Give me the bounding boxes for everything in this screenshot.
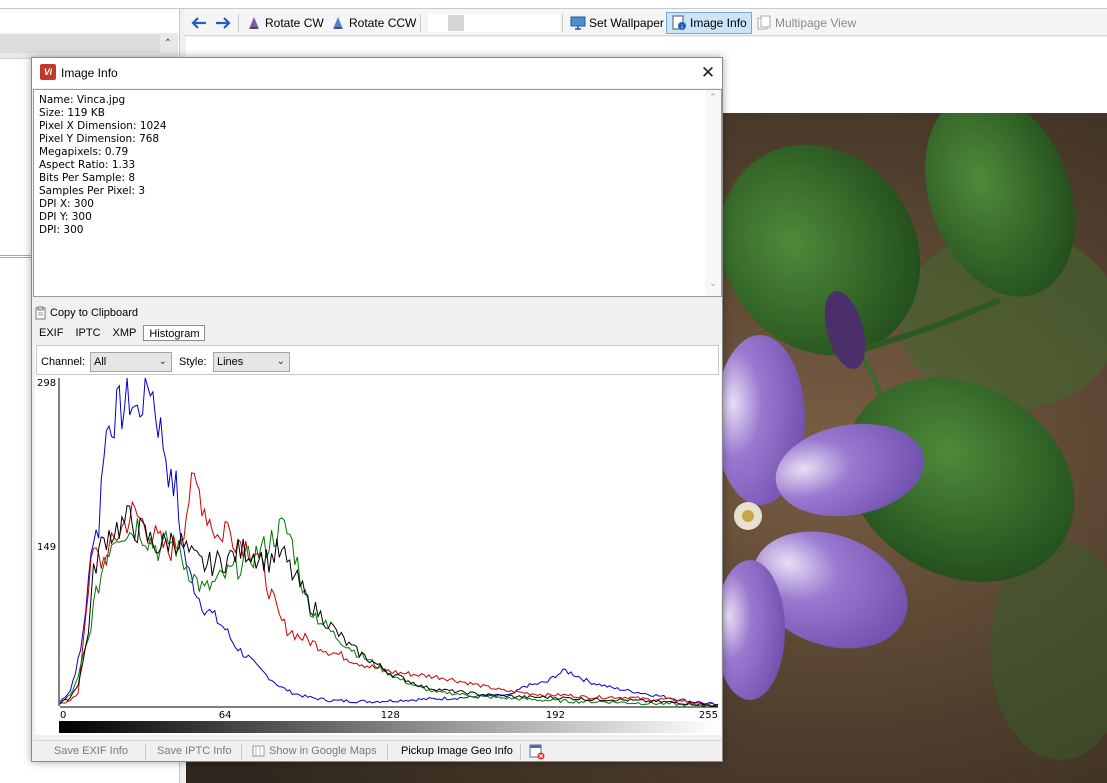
image-info-label: Image Info xyxy=(690,16,747,30)
channel-select[interactable]: All ⌄ xyxy=(90,352,172,372)
footer-separator xyxy=(387,744,388,760)
svg-text:i: i xyxy=(681,25,682,31)
histogram-controls: Channel: All ⌄ Style: Lines ⌄ xyxy=(36,345,719,375)
info-line-bits-per-sample: Bits Per Sample: 8 xyxy=(39,172,136,184)
rotate-ccw-button[interactable]: Rotate CCW xyxy=(326,12,420,34)
chevron-up-icon[interactable]: ⌃ xyxy=(160,35,176,53)
style-select-value: Lines xyxy=(217,356,244,368)
tab-histogram[interactable]: Histogram xyxy=(143,325,206,341)
remove-geo-icon xyxy=(529,744,545,760)
close-button[interactable]: ✕ xyxy=(697,62,719,84)
y-tick-label: 298 xyxy=(37,378,56,389)
copy-to-clipboard-button[interactable]: Copy to Clipboard xyxy=(34,304,138,321)
show-in-google-maps-label: Show in Google Maps xyxy=(269,745,377,757)
info-line-dpi: DPI: 300 xyxy=(39,224,84,236)
toolbar-separator xyxy=(238,14,239,32)
info-line-size: Size: 119 KB xyxy=(39,107,105,119)
info-scrollbar[interactable]: ⌃ ⌄ xyxy=(705,90,721,296)
grayscale-gradient-bar xyxy=(59,721,718,733)
toolbar-separator xyxy=(420,14,421,32)
rotate-ccw-label: Rotate CCW xyxy=(349,16,417,30)
channel-label: Channel: xyxy=(41,356,86,368)
image-info-text-box[interactable]: Name: Vinca.jpg Size: 119 KB Pixel X Dim… xyxy=(33,89,722,297)
style-label: Style: xyxy=(179,356,207,368)
save-iptc-button[interactable]: Save IPTC Info xyxy=(157,745,232,757)
clipboard-icon xyxy=(35,306,46,319)
histogram-series-line xyxy=(59,472,719,707)
tab-xmp[interactable]: XMP xyxy=(108,325,142,341)
channel-select-value: All xyxy=(94,356,107,368)
image-info-dialog: Vi Image Info ✕ Name: Vinca.jpg Size: 11… xyxy=(31,57,723,762)
folder-pane-header-bar xyxy=(0,35,160,53)
info-icon: i xyxy=(672,15,686,31)
rotate-cw-label: Rotate CW xyxy=(265,16,324,30)
info-line-megapixels: Megapixels: 0.79 xyxy=(39,146,129,158)
dialog-footer: Save EXIF Info Save IPTC Info Show in Go… xyxy=(33,740,722,762)
info-line-pixel-y: Pixel Y Dimension: 768 xyxy=(39,133,160,145)
pickup-image-geo-info-button[interactable]: Pickup Image Geo Info xyxy=(401,745,513,757)
multipage-view-label: Multipage View xyxy=(775,16,857,30)
pages-icon xyxy=(757,15,771,30)
forward-button[interactable] xyxy=(210,12,236,34)
rotate-cw-icon xyxy=(249,17,259,29)
tab-iptc[interactable]: IPTC xyxy=(70,325,105,341)
histogram-series-line xyxy=(59,377,719,707)
monitor-icon xyxy=(570,16,586,30)
footer-separator xyxy=(520,744,521,760)
chevron-down-icon[interactable]: ⌄ xyxy=(705,278,721,292)
main-toolbar: Rotate CW Rotate CCW < > Set Wallpaper i… xyxy=(184,9,1107,36)
footer-separator xyxy=(241,744,242,760)
tab-exif[interactable]: EXIF xyxy=(34,325,68,341)
chevron-down-icon: ⌄ xyxy=(276,356,285,367)
histogram-chart: 298 149 0 64 128 192 255 xyxy=(37,377,719,733)
app-logo-icon: Vi xyxy=(40,64,56,80)
set-wallpaper-label: Set Wallpaper xyxy=(589,16,664,30)
info-tabs: EXIF IPTC XMP Histogram xyxy=(34,325,206,343)
set-wallpaper-button[interactable]: Set Wallpaper xyxy=(566,12,668,34)
info-line-samples-per-pixel: Samples Per Pixel: 3 xyxy=(39,185,146,197)
footer-separator xyxy=(145,744,146,760)
copy-to-clipboard-label: Copy to Clipboard xyxy=(50,306,139,319)
histogram-series-line xyxy=(59,505,719,707)
x-tick-label: 64 xyxy=(219,710,232,721)
info-line-name: Name: Vinca.jpg xyxy=(39,94,126,106)
map-icon xyxy=(252,745,265,757)
dialog-titlebar[interactable]: Vi Image Info ✕ xyxy=(32,58,722,88)
style-select[interactable]: Lines ⌄ xyxy=(213,352,290,372)
image-info-button[interactable]: i Image Info xyxy=(666,12,752,34)
info-line-dpi-x: DPI X: 300 xyxy=(39,198,94,210)
info-line-dpi-y: DPI Y: 300 xyxy=(39,211,92,223)
y-tick-label: 149 xyxy=(37,542,56,553)
rotate-ccw-icon xyxy=(333,17,343,29)
histogram-panel: Channel: All ⌄ Style: Lines ⌄ 298 149 0 64… xyxy=(35,345,721,735)
histogram-series-line xyxy=(59,517,718,707)
toolbar-separator xyxy=(562,14,563,32)
arrow-right-icon xyxy=(216,17,231,29)
arrow-left-icon xyxy=(191,17,206,29)
thumbnail-scroll-thumb[interactable] xyxy=(448,15,464,31)
remove-geo-info-button[interactable] xyxy=(529,744,545,763)
dialog-title: Image Info xyxy=(61,66,118,80)
multipage-view-button[interactable]: Multipage View xyxy=(752,12,860,34)
back-button[interactable] xyxy=(186,12,212,34)
top-window-edge xyxy=(0,0,1107,9)
chevron-down-icon: ⌄ xyxy=(158,356,167,367)
info-line-pixel-x: Pixel X Dimension: 1024 xyxy=(39,120,167,132)
rotate-cw-button[interactable]: Rotate CW xyxy=(242,12,328,34)
x-tick-label: 128 xyxy=(381,710,400,721)
image-info-lines: Name: Vinca.jpg Size: 119 KB Pixel X Dim… xyxy=(39,94,167,237)
show-in-google-maps-button[interactable]: Show in Google Maps xyxy=(252,744,377,758)
x-tick-label: 255 xyxy=(699,710,718,721)
folder-pane-header: ⌃ xyxy=(0,33,178,59)
info-line-aspect-ratio: Aspect Ratio: 1.33 xyxy=(39,159,136,171)
chevron-up-icon[interactable]: ⌃ xyxy=(705,92,721,106)
x-tick-label: 0 xyxy=(60,710,66,721)
x-tick-label: 192 xyxy=(546,710,565,721)
save-exif-button[interactable]: Save EXIF Info xyxy=(54,745,128,757)
